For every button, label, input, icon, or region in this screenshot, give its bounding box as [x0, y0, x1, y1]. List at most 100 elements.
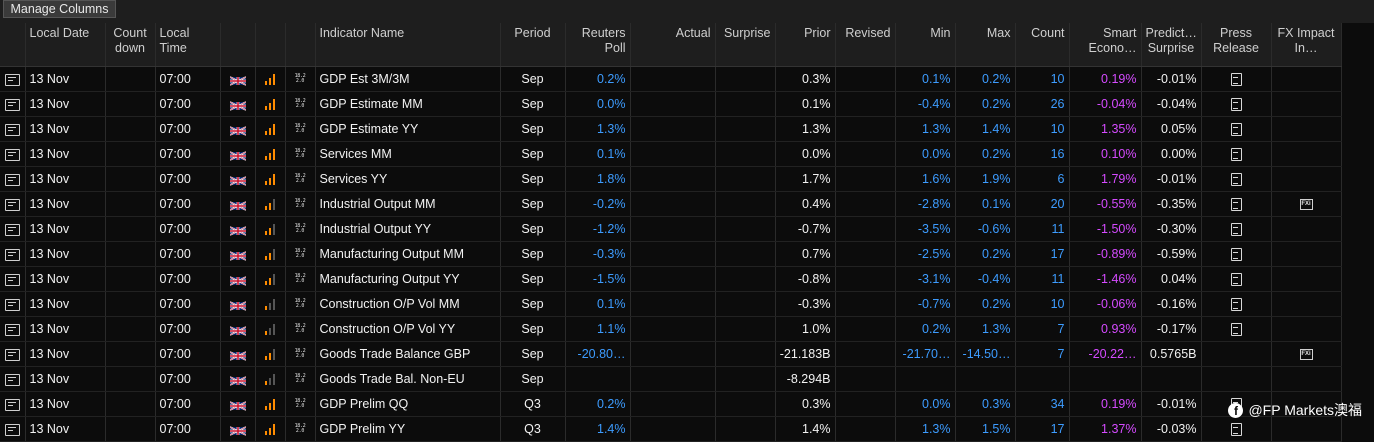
document-icon[interactable]	[1230, 173, 1242, 187]
calendar-event-icon[interactable]	[4, 298, 20, 311]
calendar-event-icon[interactable]	[4, 98, 20, 111]
manage-columns-button[interactable]: Manage Columns	[3, 0, 116, 18]
calendar-event-icon[interactable]	[4, 123, 20, 136]
col-header-smart-economist[interactable]: Smart Econo…	[1069, 23, 1142, 67]
table-row[interactable]: 13 Nov 07:00 18.2 2.0 GDP Estimate YY Sep 1.3%…	[0, 116, 1342, 142]
table-row[interactable]: 13 Nov 07:00 18.2 2.0 Manufacturing Output M…	[0, 241, 1342, 267]
indicator-name-cell[interactable]: Goods Trade Bal. Non-EU	[315, 366, 501, 392]
press-release-cell[interactable]	[1201, 66, 1272, 92]
indicator-name-cell[interactable]: Construction O/P Vol MM	[315, 291, 501, 317]
document-icon[interactable]	[1230, 98, 1242, 112]
row-action-cell[interactable]	[0, 316, 26, 342]
col-header-period[interactable]: Period	[500, 23, 566, 67]
press-release-cell[interactable]	[1201, 266, 1272, 292]
table-row[interactable]: 13 Nov 07:00 18.2 2.0 Services YY Sep 1.8% 1.7%…	[0, 166, 1342, 192]
table-row[interactable]: 13 Nov 07:00 18.2 2.0 Industrial Output YY Se…	[0, 216, 1342, 242]
table-row[interactable]: 13 Nov 07:00 18.2 2.0 GDP Est 3M/3M Sep 0.2% 0.…	[0, 66, 1342, 92]
table-row[interactable]: 13 Nov 07:00 18.2 2.0 GDP Estimate MM Sep 0.0%…	[0, 91, 1342, 117]
document-icon[interactable]	[1230, 223, 1242, 237]
col-header-surprise[interactable]: Surprise	[715, 23, 776, 67]
press-release-cell[interactable]	[1201, 91, 1272, 117]
indicator-name-cell[interactable]: Goods Trade Balance GBP	[315, 341, 501, 367]
indicator-name-cell[interactable]: Manufacturing Output YY	[315, 266, 501, 292]
table-row[interactable]: 13 Nov 07:00 18.2 2.0 Goods Trade Bal. Non-E…	[0, 366, 1342, 392]
document-icon[interactable]	[1230, 248, 1242, 262]
col-header-importance[interactable]	[255, 23, 286, 67]
indicator-name-cell[interactable]: GDP Estimate MM	[315, 91, 501, 117]
calendar-event-icon[interactable]	[4, 148, 20, 161]
col-header-fx-impact[interactable]: FX Impact In…	[1271, 23, 1342, 67]
press-release-cell[interactable]	[1201, 316, 1272, 342]
indicator-name-cell[interactable]: GDP Est 3M/3M	[315, 66, 501, 92]
press-release-cell[interactable]	[1201, 141, 1272, 167]
table-row[interactable]: 13 Nov 07:00 18.2 2.0 GDP Prelim QQ Q3 0.2% 0.3…	[0, 391, 1342, 417]
row-action-cell[interactable]	[0, 191, 26, 217]
table-row[interactable]: 13 Nov 07:00 18.2 2.0 Manufacturing Output Y…	[0, 266, 1342, 292]
calendar-event-icon[interactable]	[4, 223, 20, 236]
press-release-cell[interactable]	[1201, 166, 1272, 192]
col-header-revised[interactable]: Revised	[835, 23, 896, 67]
indicator-name-cell[interactable]: GDP Prelim QQ	[315, 391, 501, 417]
row-action-cell[interactable]	[0, 91, 26, 117]
col-header-predicted-surprise[interactable]: Predict… Surprise	[1141, 23, 1202, 67]
document-icon[interactable]	[1230, 198, 1242, 212]
press-release-cell[interactable]	[1201, 191, 1272, 217]
press-release-cell[interactable]	[1201, 416, 1272, 442]
row-action-cell[interactable]	[0, 141, 26, 167]
row-action-cell[interactable]	[0, 291, 26, 317]
col-header-local-date[interactable]: Local Date	[25, 23, 106, 67]
document-icon[interactable]	[1230, 423, 1242, 437]
table-row[interactable]: 13 Nov 07:00 18.2 2.0 Construction O/P Vol Y…	[0, 316, 1342, 342]
row-action-cell[interactable]	[0, 416, 26, 442]
indicator-name-cell[interactable]: Services MM	[315, 141, 501, 167]
document-icon[interactable]	[1230, 73, 1242, 87]
calendar-event-icon[interactable]	[4, 173, 20, 186]
calendar-event-icon[interactable]	[4, 423, 20, 436]
row-action-cell[interactable]	[0, 66, 26, 92]
indicator-name-cell[interactable]: GDP Estimate YY	[315, 116, 501, 142]
document-icon[interactable]	[1230, 148, 1242, 162]
col-header-local-time[interactable]: Local Time	[155, 23, 221, 67]
fx-impact-cell[interactable]: FXi	[1271, 191, 1342, 217]
fx-impact-cell[interactable]: FXi	[1271, 341, 1342, 367]
row-action-cell[interactable]	[0, 366, 26, 392]
calendar-event-icon[interactable]	[4, 398, 20, 411]
col-header-max[interactable]: Max	[955, 23, 1016, 67]
indicator-name-cell[interactable]: Manufacturing Output MM	[315, 241, 501, 267]
calendar-event-icon[interactable]	[4, 73, 20, 86]
press-release-cell[interactable]	[1201, 116, 1272, 142]
table-row[interactable]: 13 Nov 07:00 18.2 2.0 Goods Trade Balance GB…	[0, 341, 1342, 367]
col-header-prior[interactable]: Prior	[775, 23, 836, 67]
indicator-name-cell[interactable]: GDP Prelim YY	[315, 416, 501, 442]
press-release-cell[interactable]	[1201, 216, 1272, 242]
col-header-countdown[interactable]: Count down	[105, 23, 156, 67]
col-header-count[interactable]: Count	[1015, 23, 1070, 67]
col-header-press-release[interactable]: Press Release	[1201, 23, 1272, 67]
col-header-icon[interactable]	[0, 23, 26, 67]
row-action-cell[interactable]	[0, 391, 26, 417]
row-action-cell[interactable]	[0, 216, 26, 242]
col-header-min[interactable]: Min	[895, 23, 956, 67]
row-action-cell[interactable]	[0, 266, 26, 292]
col-header-calendar[interactable]	[285, 23, 316, 67]
indicator-name-cell[interactable]: Industrial Output YY	[315, 216, 501, 242]
document-icon[interactable]	[1230, 298, 1242, 312]
table-row[interactable]: 13 Nov 07:00 18.2 2.0 Industrial Output MM Se…	[0, 191, 1342, 217]
indicator-name-cell[interactable]: Services YY	[315, 166, 501, 192]
press-release-cell[interactable]	[1201, 241, 1272, 267]
col-header-actual[interactable]: Actual	[630, 23, 716, 67]
calendar-event-icon[interactable]	[4, 348, 20, 361]
document-icon[interactable]	[1230, 323, 1242, 337]
calendar-event-icon[interactable]	[4, 323, 20, 336]
row-action-cell[interactable]	[0, 241, 26, 267]
table-row[interactable]: 13 Nov 07:00 18.2 2.0 Construction O/P Vol M…	[0, 291, 1342, 317]
calendar-event-icon[interactable]	[4, 248, 20, 261]
col-header-reuters-poll[interactable]: Reuters Poll	[565, 23, 631, 67]
table-row[interactable]: 13 Nov 07:00 18.2 2.0 GDP Prelim YY Q3 1.4% 1.4…	[0, 416, 1342, 442]
press-release-cell[interactable]	[1201, 291, 1272, 317]
fx-impact-icon[interactable]: FXi	[1299, 199, 1313, 211]
document-icon[interactable]	[1230, 273, 1242, 287]
row-action-cell[interactable]	[0, 341, 26, 367]
table-row[interactable]: 13 Nov 07:00 18.2 2.0 Services MM Sep 0.1% 0.0%…	[0, 141, 1342, 167]
col-header-indicator-name[interactable]: Indicator Name	[315, 23, 501, 67]
